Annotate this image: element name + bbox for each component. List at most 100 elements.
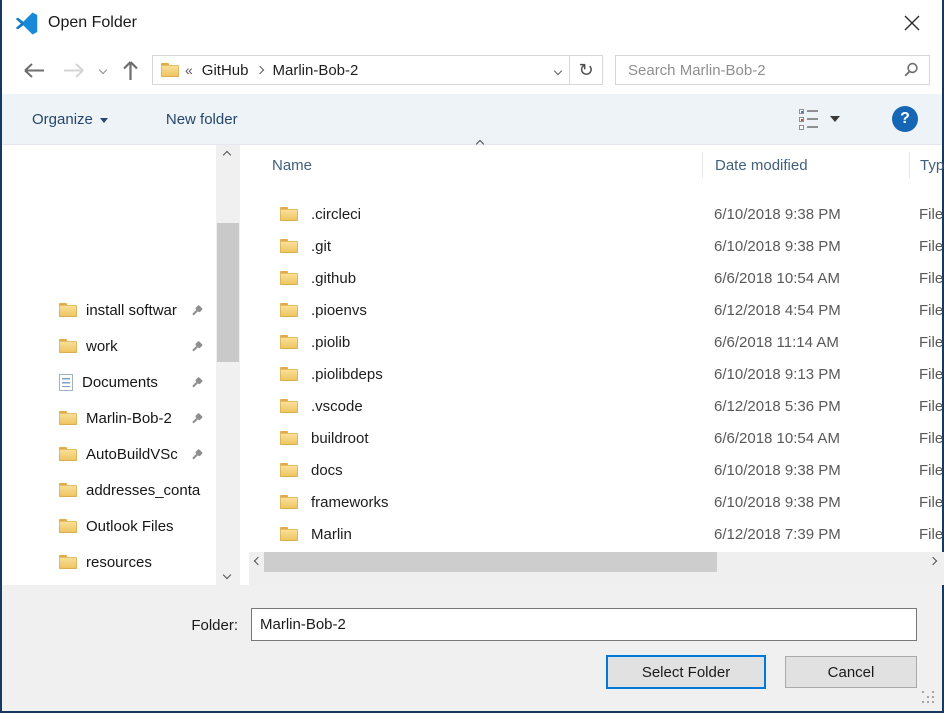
resize-grip[interactable] — [922, 691, 936, 705]
sidebar-item-work[interactable]: work — [2, 328, 214, 364]
folder-icon — [280, 239, 298, 253]
caret-down-icon — [100, 118, 108, 123]
table-row[interactable]: .git 6/10/2018 9:38 PMFile — [249, 230, 944, 262]
address-dropdown-button[interactable] — [555, 61, 561, 79]
new-folder-button[interactable]: New folder — [166, 111, 238, 128]
column-header-date-modified[interactable]: Date modified — [702, 152, 909, 178]
details-view-icon — [799, 109, 804, 114]
sidebar-item-install-software[interactable]: install softwar — [2, 292, 214, 328]
help-button[interactable]: ? — [892, 106, 918, 132]
search-box — [615, 55, 930, 85]
table-row[interactable]: .piolib 6/6/2018 11:14 AMFile — [249, 326, 944, 358]
scroll-up-icon[interactable] — [223, 151, 231, 159]
sidebar-item-resources[interactable]: resources — [2, 544, 214, 580]
close-button[interactable] — [896, 8, 928, 38]
table-row[interactable]: frameworks 6/10/2018 9:38 PMFile — [249, 486, 944, 518]
select-folder-button[interactable]: Select Folder — [606, 655, 766, 689]
sidebar-item-label: work — [86, 338, 188, 355]
sidebar-item-label: Marlin-Bob-2 — [86, 410, 188, 427]
organize-button[interactable]: Organize — [32, 111, 108, 128]
sidebar-scrollbar-thumb[interactable] — [217, 223, 239, 362]
title-bar: Open Folder — [2, 0, 942, 46]
folder-icon — [280, 463, 298, 477]
sidebar-item-label: addresses_conta — [86, 482, 214, 499]
up-button[interactable] — [122, 59, 139, 81]
sidebar-item-label: AutoBuildVSc — [86, 446, 188, 463]
scroll-left-icon[interactable] — [254, 557, 262, 565]
horizontal-scrollbar[interactable] — [249, 552, 944, 572]
view-dropdown-caret-icon[interactable] — [830, 116, 840, 122]
breadcrumb-current[interactable]: Marlin-Bob-2 — [263, 62, 367, 79]
folder-icon — [59, 483, 77, 497]
refresh-icon: ↻ — [578, 60, 593, 81]
table-row[interactable]: buildroot 6/6/2018 10:54 AMFile — [249, 422, 944, 454]
folder-icon — [280, 367, 298, 381]
folder-icon — [280, 335, 298, 349]
pin-icon — [187, 409, 205, 427]
folder-name-input[interactable] — [251, 608, 917, 641]
sidebar-item-label: Documents — [82, 374, 188, 391]
breadcrumb-parent[interactable]: GitHub — [193, 62, 258, 79]
folder-icon — [280, 495, 298, 509]
close-icon — [904, 15, 920, 31]
table-row[interactable]: .circleci 6/10/2018 9:38 PMFile — [249, 198, 944, 230]
refresh-button[interactable]: ↻ — [570, 55, 603, 85]
arrow-up-icon — [122, 59, 139, 81]
table-row[interactable]: Marlin 6/12/2018 7:39 PMFile — [249, 518, 944, 550]
folder-icon — [59, 519, 77, 533]
sidebar-item-addresses-contacts[interactable]: addresses_conta — [2, 472, 214, 508]
folder-field-label: Folder: — [120, 617, 238, 634]
chevron-down-icon — [99, 66, 107, 74]
sidebar-item-marlin-bob-2[interactable]: Marlin-Bob-2 — [2, 400, 214, 436]
navigation-pane: install softwar work Documents Marlin-Bo… — [2, 145, 214, 585]
horizontal-scrollbar-thumb[interactable] — [264, 552, 717, 572]
table-row[interactable]: .vscode 6/12/2018 5:36 PMFile — [249, 390, 944, 422]
column-header-type[interactable]: Typ — [909, 152, 944, 178]
pin-icon — [187, 445, 205, 463]
arrow-right-icon — [63, 62, 86, 79]
folder-icon — [280, 399, 298, 413]
toolbar-right-group: ? — [799, 106, 918, 132]
content-area: install softwar work Documents Marlin-Bo… — [2, 145, 942, 585]
table-row[interactable]: .github 6/6/2018 10:54 AMFile — [249, 262, 944, 294]
organize-label: Organize — [32, 111, 93, 128]
sidebar-item-outlook-files[interactable]: Outlook Files — [2, 508, 214, 544]
sidebar-item-label: Outlook Files — [86, 518, 214, 535]
breadcrumb-overflow[interactable]: « — [185, 62, 193, 78]
table-row[interactable]: .pioenvs 6/12/2018 4:54 PMFile — [249, 294, 944, 326]
folder-icon — [59, 447, 77, 461]
scroll-right-icon[interactable] — [929, 557, 937, 565]
sidebar-scrollbar[interactable] — [216, 145, 240, 585]
folder-icon — [59, 303, 77, 317]
navigation-bar: « GitHub Marlin-Bob-2 ↻ — [2, 46, 942, 94]
scroll-down-icon[interactable] — [223, 571, 231, 579]
table-row[interactable]: .piolibdeps 6/10/2018 9:13 PMFile — [249, 358, 944, 390]
table-row[interactable]: docs 6/10/2018 9:38 PMFile — [249, 454, 944, 486]
dialog-footer: Folder: Select Folder Cancel — [2, 585, 942, 711]
sidebar-item-documents[interactable]: Documents — [2, 364, 214, 400]
recent-locations-button[interactable] — [100, 67, 106, 73]
sidebar-item-autobuildvsc[interactable]: AutoBuildVSc — [2, 436, 214, 472]
search-input[interactable] — [626, 61, 903, 80]
pin-icon — [187, 301, 205, 319]
cancel-button[interactable]: Cancel — [785, 656, 917, 688]
forward-button[interactable] — [63, 62, 86, 79]
command-toolbar: Organize New folder ? — [2, 94, 942, 145]
pin-icon — [187, 337, 205, 355]
column-headers: Name Date modified Typ — [249, 145, 944, 185]
filelist-bottom-strip — [249, 572, 944, 585]
search-icon[interactable] — [903, 62, 919, 78]
address-bar[interactable]: « GitHub Marlin-Bob-2 — [152, 55, 570, 85]
file-rows: .circleci 6/10/2018 9:38 PMFile .git 6/1… — [249, 198, 944, 550]
change-view-button[interactable] — [799, 109, 818, 130]
folder-icon — [280, 207, 298, 221]
document-icon — [59, 374, 73, 391]
folder-icon — [161, 63, 179, 77]
back-button[interactable] — [22, 62, 45, 79]
chevron-down-icon — [554, 67, 562, 75]
column-header-name[interactable]: Name — [249, 152, 702, 178]
open-folder-dialog: Open Folder « Gi — [0, 0, 944, 713]
vscode-icon — [14, 11, 39, 36]
file-list: Name Date modified Typ .circleci 6/10/20… — [249, 145, 944, 585]
new-folder-label: New folder — [166, 111, 238, 128]
